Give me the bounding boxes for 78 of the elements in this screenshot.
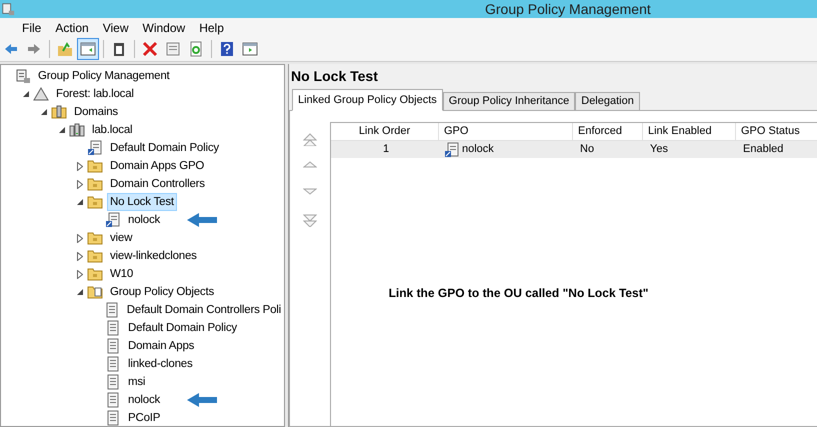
folder-icon [87,158,103,174]
back-arrow-icon [3,41,19,57]
tree-item[interactable]: linked-clones [125,355,196,373]
tree-item[interactable]: Default Domain Policy [125,319,240,337]
delete-icon [142,41,158,57]
tab[interactable]: Delegation [575,92,640,111]
tree-item[interactable]: msi [125,373,148,391]
collapsed-triangle-icon[interactable] [77,180,83,188]
folder-document-icon [87,284,103,300]
collapsed-triangle-icon[interactable] [77,270,83,278]
document-icon [105,374,121,390]
tree-item[interactable]: Domain Apps GPO [107,157,208,175]
triangle-icon [33,86,49,102]
window-title: Group Policy Management [485,0,651,19]
document-icon [104,302,120,318]
menu-item[interactable]: View [96,18,134,36]
pane-icon [80,41,96,57]
table-cell-text: Yes [650,142,668,158]
tree-item[interactable]: lab.local [89,121,136,139]
servers-icon [69,122,85,138]
folder-icon [87,248,103,264]
folder-icon [87,176,103,192]
tree-item[interactable]: Default Domain Controllers Poli [124,301,284,319]
menu-item[interactable]: File [16,18,48,36]
shortcut-document-icon [87,140,103,156]
tree-item[interactable]: Domains [71,103,121,121]
tree-item[interactable]: Domain Controllers [107,175,208,193]
shortcut-document-icon [105,212,121,228]
annotation-text: Link the GPO to the OU called "No Lock Test" [388,285,648,302]
tree-item[interactable]: Group Policy Management [35,67,173,85]
expanded-triangle-icon[interactable] [76,198,84,206]
document-icon [105,338,121,354]
collapsed-triangle-icon[interactable] [77,162,83,170]
table-cell-text: nolock [462,142,494,158]
properties-icon [165,41,181,57]
folder-up-icon [57,41,73,57]
tree-item[interactable]: Group Policy Objects [107,283,218,301]
refresh-icon [188,41,204,57]
expanded-triangle-icon[interactable] [76,288,84,296]
console-icon [15,68,31,84]
menu-item[interactable]: Action [49,18,95,36]
tree-item[interactable]: nolock [125,211,164,229]
expanded-triangle-icon[interactable] [58,126,66,134]
table-row[interactable]: 1 nolock No Yes Enabled [331,141,817,158]
tree-item[interactable]: view-linkedclones [107,247,200,265]
forward-arrow-icon [26,41,42,57]
document-icon [105,320,121,336]
pane-button[interactable] [77,38,99,60]
tab[interactable]: Group Policy Inheritance [442,92,576,111]
document-icon [105,356,121,372]
shortcut-document-icon [444,142,460,158]
expanded-triangle-icon[interactable] [22,90,30,98]
tree-item[interactable]: No Lock Test [107,193,177,211]
tab[interactable]: Linked Group Policy Objects [292,89,443,111]
pane-icon [242,41,258,57]
tree-item[interactable]: Forest: lab.local [53,85,137,103]
folder-icon [87,194,103,210]
table-cell-text: 1 [382,142,390,158]
menu-item[interactable]: Help [193,18,230,36]
tree-item[interactable]: nolock [125,391,164,409]
tree-item[interactable]: W10 [107,265,136,283]
table-cell-text: Enabled [743,142,784,158]
tree-item[interactable]: Default Domain Policy [107,139,222,157]
tree-item[interactable]: view [107,229,136,247]
table-cell-text: No [580,142,594,158]
tree-item[interactable]: PCoIP [125,409,164,426]
console-icon [1,2,15,16]
folder-icon [87,266,103,282]
folder-icon [87,230,103,246]
detail-title: No Lock Test [290,67,379,86]
tree-item[interactable]: Domain Apps [125,337,198,355]
menu-item[interactable]: Window [136,18,192,36]
collapsed-triangle-icon[interactable] [77,234,83,242]
expanded-triangle-icon[interactable] [40,108,48,116]
collapsed-triangle-icon[interactable] [77,252,83,260]
document-icon [105,392,121,408]
help-icon [219,41,235,57]
folder-servers-icon [51,104,67,120]
